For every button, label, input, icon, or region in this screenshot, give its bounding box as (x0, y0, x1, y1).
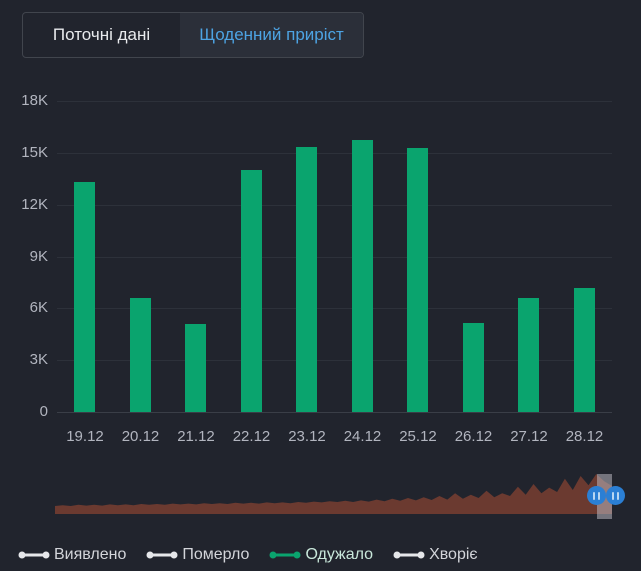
y-tick-label: 6K (29, 299, 48, 317)
legend-label: Одужало (305, 546, 374, 563)
series-line-marker-icon (393, 551, 425, 559)
chart-bar[interactable] (351, 139, 373, 412)
series-line-marker-icon (146, 551, 178, 559)
gridline (57, 256, 612, 258)
chart-bar[interactable] (129, 297, 151, 412)
series-line-marker-icon (269, 551, 301, 559)
legend-item-detected[interactable]: Виявлено (18, 546, 126, 564)
gridline (57, 204, 612, 206)
chart-bar[interactable] (185, 323, 207, 412)
x-tick-label: 28.12 (565, 428, 604, 445)
chart-bar[interactable] (573, 288, 595, 412)
chart-bar[interactable] (296, 146, 318, 412)
x-tick-label: 19.12 (66, 428, 104, 445)
x-tick-label: 21.12 (177, 428, 215, 445)
range-handle-left[interactable] (587, 486, 606, 505)
x-tick-label: 20.12 (121, 428, 160, 445)
grip-bar (617, 491, 619, 500)
chart-legend: Виявлено Померло Одужало Хворіє (18, 543, 641, 567)
chart-bar[interactable] (407, 147, 429, 412)
range-handle-right[interactable] (606, 486, 625, 505)
gridline (57, 412, 612, 413)
daily-increase-bar-chart: 0 3K 6K 9K 12K 15K 18K 19.12 20.12 21.12 22.12 23.… (0, 0, 641, 571)
x-tick-label: 24.12 (343, 428, 382, 445)
x-tick-label: 27.12 (510, 428, 548, 445)
y-tick-label: 3K (29, 351, 48, 369)
legend-label: Померло (182, 546, 250, 563)
legend-item-died[interactable]: Померло (146, 546, 249, 564)
chart-bar[interactable] (462, 323, 484, 412)
x-tick-label: 26.12 (454, 428, 493, 445)
gridline (57, 152, 612, 154)
legend-label: Хворіє (429, 546, 478, 563)
chart-bar[interactable] (74, 182, 96, 412)
series-line-marker-icon (18, 551, 50, 559)
gridline (57, 101, 612, 102)
grip-bar (612, 491, 614, 500)
y-tick-label: 0 (39, 403, 48, 420)
chart-bar[interactable] (518, 297, 540, 412)
legend-item-recovered[interactable]: Одужало (269, 546, 373, 564)
covid-daily-stats-panel: Поточні дані Щоденний приріст 0 3K 6K 9K 12K… (0, 0, 641, 571)
chart-bar[interactable] (240, 170, 262, 412)
y-tick-label: 15K (21, 143, 48, 161)
y-tick-label: 12K (21, 195, 48, 213)
grip-bar (598, 491, 600, 500)
x-tick-label: 23.12 (288, 428, 326, 445)
y-tick-label: 18K (21, 92, 48, 109)
y-tick-label: 9K (29, 247, 48, 265)
legend-label: Виявлено (54, 546, 127, 563)
x-tick-label: 25.12 (399, 428, 437, 445)
legend-item-sick[interactable]: Хворіє (393, 546, 478, 564)
x-tick-label: 22.12 (232, 428, 271, 445)
grip-bar (593, 491, 595, 500)
